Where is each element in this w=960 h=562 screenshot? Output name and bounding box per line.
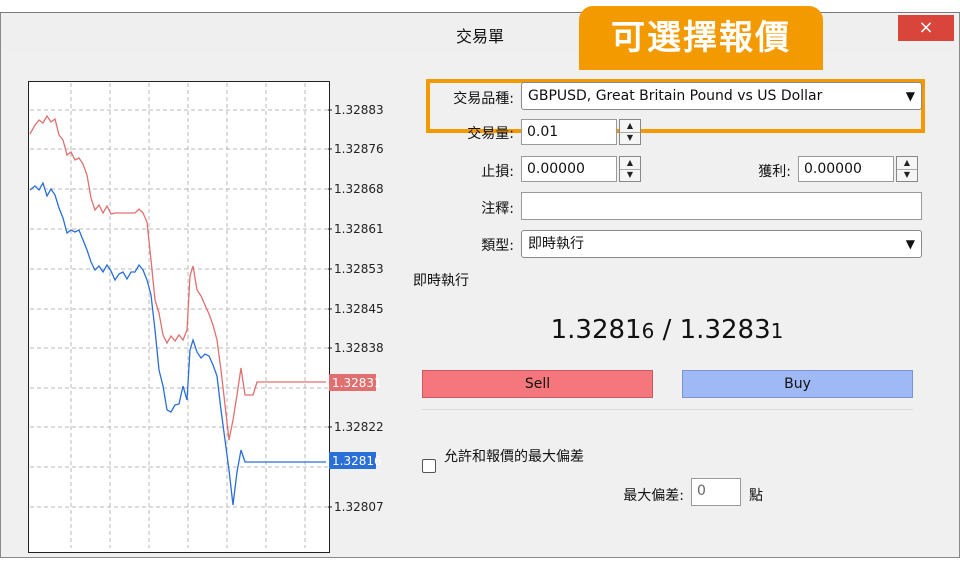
price-separator: / <box>654 315 680 345</box>
y-tick-label: 1.32838 <box>334 341 384 355</box>
volume-stepper[interactable]: ▲ ▼ <box>619 119 641 145</box>
divider <box>422 409 913 410</box>
stoploss-label: 止損: <box>481 164 514 180</box>
max-deviation-checkbox-label: 允許和報價的最大偏差 <box>444 449 584 465</box>
y-tick-label: 1.32861 <box>334 222 384 236</box>
y-tick-label: 1.32883 <box>334 103 384 117</box>
execution-mode-heading: 即時執行 <box>413 273 469 289</box>
arrow-down-icon[interactable]: ▼ <box>897 169 917 181</box>
y-tick-label: 1.32845 <box>334 302 384 316</box>
max-deviation-input[interactable]: 0 <box>691 478 741 506</box>
ask-price-last-digit: 1 <box>770 319 784 343</box>
quote-display: 1.32816 / 1.32831 <box>413 315 921 345</box>
bid-price-last-digit: 6 <box>641 319 655 343</box>
order-type-select[interactable]: 即時執行 ▼ <box>521 230 922 258</box>
arrow-down-icon[interactable]: ▼ <box>620 132 640 144</box>
sell-button[interactable]: Sell <box>422 370 653 398</box>
chart-gridlines <box>30 83 328 548</box>
ask-price-line <box>29 114 326 441</box>
y-tick-label: 1.32853 <box>334 262 384 276</box>
buy-button[interactable]: Buy <box>682 370 913 398</box>
comment-label: 注釋: <box>481 201 514 217</box>
bid-price-main: 1.3281 <box>550 315 642 345</box>
volume-input[interactable]: 0.01 <box>521 119 617 145</box>
stoploss-input[interactable]: 0.00000 <box>521 156 617 182</box>
symbol-select[interactable]: GBPUSD, Great Britain Pound vs US Dollar… <box>521 82 922 110</box>
takeprofit-input[interactable]: 0.00000 <box>798 156 894 182</box>
ask-price-tag: 1.32831 <box>332 376 382 390</box>
bid-price-line <box>29 181 326 506</box>
chevron-down-icon: ▼ <box>905 89 915 103</box>
takeprofit-stepper[interactable]: ▲ ▼ <box>896 156 918 182</box>
bid-price-tag: 1.32816 <box>332 454 382 468</box>
max-deviation-label: 最大偏差: <box>623 488 684 504</box>
order-type-value: 即時執行 <box>528 236 584 252</box>
y-tick-label: 1.32876 <box>334 142 384 156</box>
symbol-value: GBPUSD, Great Britain Pound vs US Dollar <box>528 88 823 104</box>
type-label: 類型: <box>481 238 514 254</box>
stoploss-stepper[interactable]: ▲ ▼ <box>619 156 641 182</box>
arrow-down-icon[interactable]: ▼ <box>620 169 640 181</box>
y-tick-label: 1.32868 <box>334 182 384 196</box>
order-window: 交易單 × 可選擇報價 1.32883 1.32876 1.32868 1.32… <box>0 6 960 558</box>
points-unit-label: 點 <box>749 488 763 504</box>
max-deviation-checkbox[interactable] <box>422 459 436 473</box>
ask-price-main: 1.3283 <box>679 315 771 345</box>
y-tick-label: 1.32807 <box>334 500 384 514</box>
volume-label: 交易量: <box>467 126 514 142</box>
symbol-label: 交易品種: <box>453 91 514 107</box>
y-axis-ticks <box>328 109 332 508</box>
comment-input[interactable] <box>521 192 922 220</box>
takeprofit-label: 獲利: <box>758 164 791 180</box>
chevron-down-icon: ▼ <box>905 237 915 251</box>
y-tick-label: 1.32822 <box>334 420 384 434</box>
